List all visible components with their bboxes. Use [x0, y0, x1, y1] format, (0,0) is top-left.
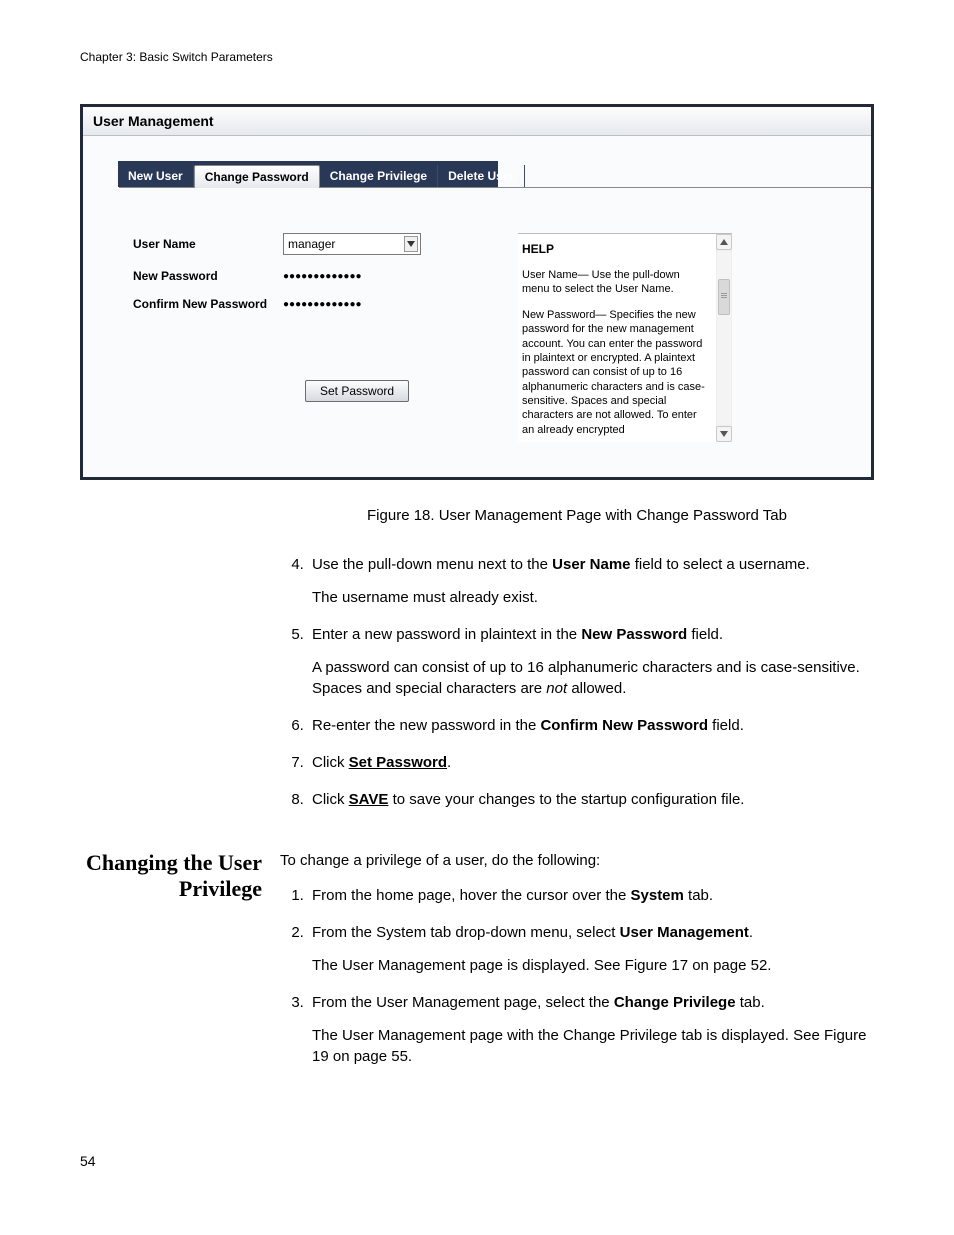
user-name-label: User Name — [133, 237, 283, 251]
step-b2: From the System tab drop-down menu, sele… — [308, 922, 874, 976]
tab-change-privilege[interactable]: Change Privilege — [320, 165, 438, 187]
scroll-up-icon[interactable] — [716, 234, 732, 250]
step-b3: From the User Management page, select th… — [308, 992, 874, 1067]
steps-list-b: From the home page, hover the cursor ove… — [280, 885, 874, 1067]
section-heading: Changing the User Privilege — [80, 850, 280, 903]
step-5: Enter a new password in plaintext in the… — [308, 624, 874, 699]
scroll-thumb[interactable] — [718, 279, 730, 315]
chevron-down-icon — [404, 236, 418, 252]
figure-caption: Figure 18. User Management Page with Cha… — [280, 505, 874, 526]
user-name-select[interactable]: manager — [283, 233, 421, 255]
page-number: 54 — [80, 1153, 874, 1169]
step-6: Re-enter the new password in the Confirm… — [308, 715, 874, 736]
screenshot-frame: User Management New User Change Password… — [80, 104, 874, 480]
chapter-header: Chapter 3: Basic Switch Parameters — [80, 50, 874, 64]
help-scrollbar[interactable] — [716, 233, 732, 442]
step-b1: From the home page, hover the cursor ove… — [308, 885, 874, 906]
step-8: Click SAVE to save your changes to the s… — [308, 789, 874, 810]
section-intro: To change a privilege of a user, do the … — [280, 850, 874, 871]
set-password-button[interactable]: Set Password — [305, 380, 409, 402]
step-4: Use the pull-down menu next to the User … — [308, 554, 874, 608]
step-7: Click Set Password. — [308, 752, 874, 773]
steps-list-a: Use the pull-down menu next to the User … — [280, 554, 874, 810]
new-password-field[interactable]: ●●●●●●●●●●●●● — [283, 271, 362, 282]
help-text-1: User Name— Use the pull-down menu to sel… — [522, 268, 710, 297]
help-text-2: New Password— Specifies the new password… — [522, 308, 710, 437]
scroll-track[interactable] — [717, 251, 731, 425]
window-title: User Management — [83, 107, 871, 136]
help-heading: HELP — [522, 242, 710, 258]
scroll-down-icon[interactable] — [716, 426, 732, 442]
tab-delete-user[interactable]: Delete User — [438, 165, 525, 187]
tab-change-password[interactable]: Change Password — [194, 165, 320, 188]
confirm-password-label: Confirm New Password — [133, 297, 283, 311]
new-password-label: New Password — [133, 269, 283, 283]
help-panel: HELP User Name— Use the pull-down menu t… — [518, 233, 716, 442]
tab-row: New User Change Password Change Privileg… — [118, 161, 498, 187]
help-panel-wrap: HELP User Name— Use the pull-down menu t… — [518, 233, 732, 442]
user-name-value: manager — [288, 237, 335, 251]
tab-new-user[interactable]: New User — [118, 165, 194, 187]
confirm-password-field[interactable]: ●●●●●●●●●●●●● — [283, 299, 362, 310]
form-column: User Name manager New Password ●●●●●●●●●… — [83, 233, 518, 402]
